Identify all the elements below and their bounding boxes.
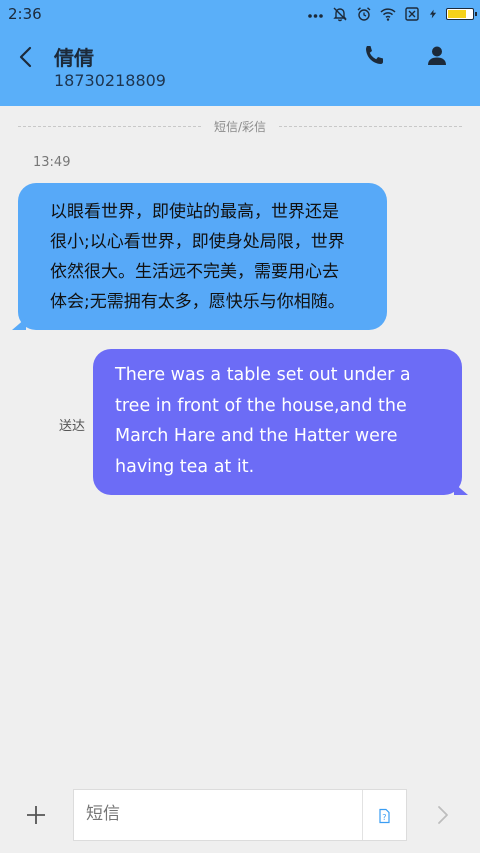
message-timestamp: 13:49 [33, 155, 71, 170]
message-line: 体会;无需拥有太多，愿快乐与你相随。 [50, 292, 345, 312]
alarm-icon [357, 7, 371, 21]
message-type-divider: 短信/彩信 [18, 118, 462, 136]
status-icons [306, 4, 477, 24]
back-arrow-icon[interactable] [14, 44, 40, 70]
message-line: tree in front of the house,and the [115, 395, 407, 416]
message-line: having tea at it. [115, 456, 255, 477]
message-line: 依然很大。生活远不完美，需要用心去 [50, 262, 339, 282]
status-time: 2:36 [8, 5, 42, 23]
more-dots-icon [308, 14, 323, 18]
message-input[interactable] [86, 804, 346, 824]
sim-x-icon [405, 7, 419, 21]
incoming-message-bubble[interactable]: 以眼看世界，即使站的最高，世界还是 很小;以心看世界，即使身处局限，世界 依然很… [12, 183, 387, 330]
wifi-icon [380, 8, 396, 21]
message-line: March Hare and the Hatter were [115, 426, 398, 446]
conversation-header: 2:36 倩倩 18730218809 [0, 0, 480, 106]
mute-bell-icon [333, 7, 347, 22]
composer-bar: ? [0, 775, 480, 853]
charging-icon [429, 9, 437, 19]
sim-card-icon[interactable]: ? [376, 808, 392, 824]
delivery-status: 送达 [59, 419, 86, 434]
message-input-box[interactable]: ? [73, 789, 407, 841]
contact-phone-number: 18730218809 [54, 71, 166, 90]
contact-name: 倩倩 [54, 46, 94, 70]
outgoing-message-bubble[interactable]: There was a table set out under a tree i… [93, 349, 468, 495]
contact-person-icon[interactable] [423, 42, 451, 70]
message-line: There was a table set out under a [115, 365, 411, 385]
message-line: 很小;以心看世界，即使身处局限，世界 [50, 232, 345, 252]
message-line: 以眼看世界，即使站的最高，世界还是 [50, 202, 339, 222]
svg-text:?: ? [382, 813, 386, 822]
status-bar: 2:36 [0, 0, 480, 28]
send-icon[interactable] [430, 803, 454, 827]
add-attachment-icon[interactable] [24, 803, 48, 827]
call-phone-icon[interactable] [360, 42, 388, 70]
battery-icon [446, 8, 477, 20]
